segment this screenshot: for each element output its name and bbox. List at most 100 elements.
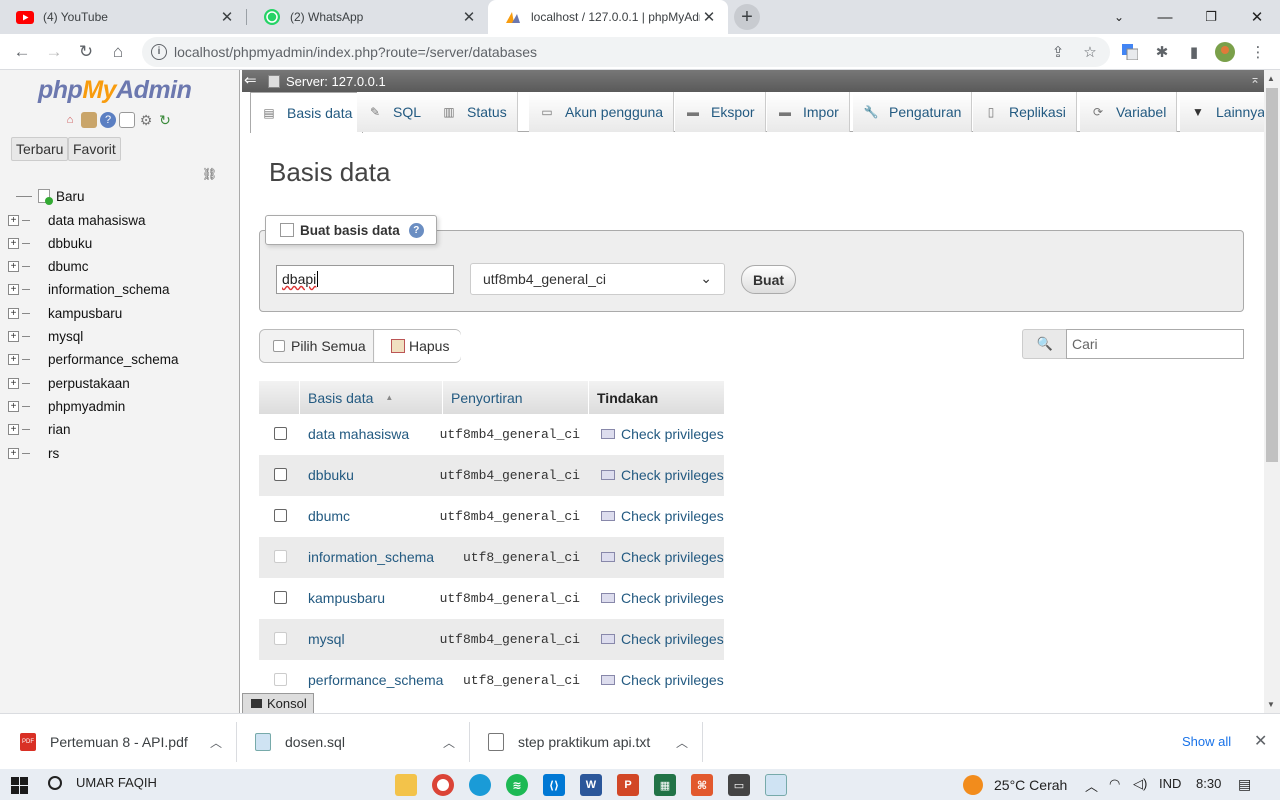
tab-databases[interactable]: ▤ Basis data bbox=[250, 92, 364, 133]
browser-tab-youtube[interactable]: (4) YouTube ✕ bbox=[0, 0, 246, 34]
collapse-icon[interactable]: ⌅ bbox=[1250, 72, 1260, 86]
check-privileges-link[interactable]: Check privileges bbox=[601, 467, 724, 483]
download-item[interactable]: dosen.sql ︿ bbox=[255, 714, 455, 770]
database-name-input[interactable]: dbapi bbox=[276, 265, 454, 294]
tree-db-item[interactable]: + dbbuku bbox=[8, 233, 92, 253]
database-link[interactable]: data mahasiswa bbox=[308, 426, 409, 442]
tree-db-item[interactable]: + rian bbox=[8, 419, 71, 439]
tab-import[interactable]: ▬ Impor bbox=[767, 92, 850, 132]
select-all-checkbox[interactable]: Pilih Semua bbox=[260, 330, 374, 362]
database-link[interactable]: mysql bbox=[308, 631, 345, 647]
link-with-main-panel-icon[interactable]: ⛓ bbox=[202, 167, 217, 181]
expand-icon[interactable]: + bbox=[8, 377, 19, 389]
expand-icon[interactable]: + bbox=[8, 330, 19, 342]
extensions-icon[interactable]: ✱ bbox=[1152, 42, 1172, 62]
search-input[interactable]: Cari bbox=[1066, 329, 1244, 359]
powerpoint-icon[interactable]: P bbox=[617, 774, 639, 796]
vertical-scrollbar[interactable]: ▲ ▼ bbox=[1264, 70, 1280, 713]
gear-icon[interactable]: ⚙ bbox=[138, 112, 154, 128]
vscode-icon[interactable]: ⟨⟩ bbox=[543, 774, 565, 796]
check-privileges-link[interactable]: Check privileges bbox=[601, 590, 724, 606]
row-checkbox[interactable] bbox=[274, 427, 287, 440]
tree-db-item[interactable]: + kampusbaru bbox=[8, 303, 122, 323]
browser-tab-whatsapp[interactable]: (2) WhatsApp ✕ bbox=[247, 0, 488, 34]
share-icon[interactable]: ⇪ bbox=[1048, 42, 1068, 62]
help-icon[interactable]: ? bbox=[408, 222, 424, 238]
scroll-up-icon[interactable]: ▲ bbox=[1267, 74, 1275, 83]
tab-replication[interactable]: ▯ Replikasi bbox=[973, 92, 1077, 132]
close-tab-icon[interactable]: ✕ bbox=[700, 8, 718, 26]
tree-db-item[interactable]: + rs bbox=[8, 443, 59, 463]
row-checkbox[interactable] bbox=[274, 468, 287, 481]
server-breadcrumb[interactable]: Server: 127.0.0.1 bbox=[268, 74, 386, 89]
tab-status[interactable]: ▥ Status bbox=[431, 92, 518, 132]
scroll-down-icon[interactable]: ▼ bbox=[1267, 700, 1275, 709]
spotify-icon[interactable]: ≋ bbox=[506, 774, 528, 796]
console-toggle[interactable]: Konsol bbox=[242, 693, 314, 713]
favorites-button[interactable]: Favorit bbox=[68, 137, 121, 161]
close-tab-icon[interactable]: ✕ bbox=[218, 8, 236, 26]
download-item[interactable]: step praktikum api.txt ︿ bbox=[488, 714, 688, 770]
check-privileges-link[interactable]: Check privileges bbox=[601, 508, 724, 524]
tree-db-item[interactable]: + mysql bbox=[8, 326, 83, 346]
translate-icon[interactable] bbox=[1120, 42, 1140, 62]
check-privileges-link[interactable]: Check privileges bbox=[601, 549, 724, 565]
tab-export[interactable]: ▬ Ekspor bbox=[675, 92, 766, 132]
tree-db-item[interactable]: + perpustakaan bbox=[8, 373, 130, 393]
home-icon[interactable]: ⌂ bbox=[62, 112, 78, 128]
expand-icon[interactable]: + bbox=[8, 260, 19, 272]
home-icon[interactable]: ⌂ bbox=[105, 39, 131, 65]
expand-icon[interactable]: + bbox=[8, 307, 19, 319]
terminal-icon[interactable]: ▭ bbox=[728, 774, 750, 796]
word-icon[interactable]: W bbox=[580, 774, 602, 796]
expand-icon[interactable]: + bbox=[8, 237, 19, 249]
expand-icon[interactable]: + bbox=[8, 283, 19, 295]
file-explorer-icon[interactable] bbox=[395, 774, 417, 796]
database-link[interactable]: dbumc bbox=[308, 508, 350, 524]
tree-db-item[interactable]: + performance_schema bbox=[8, 349, 179, 369]
windows-start-icon[interactable] bbox=[8, 774, 30, 796]
docs-icon[interactable] bbox=[119, 112, 135, 128]
check-privileges-link[interactable]: Check privileges bbox=[601, 672, 724, 688]
tab-user-accounts[interactable]: ▭ Akun pengguna bbox=[529, 92, 675, 132]
close-window-icon[interactable]: ✕ bbox=[1234, 0, 1280, 34]
side-panel-icon[interactable]: ▮ bbox=[1184, 42, 1204, 62]
bookmark-star-icon[interactable]: ☆ bbox=[1080, 42, 1100, 62]
xampp-icon[interactable]: ⌘ bbox=[691, 774, 713, 796]
row-checkbox[interactable] bbox=[274, 591, 287, 604]
tab-settings[interactable]: 🔧 Pengaturan bbox=[853, 92, 973, 132]
database-link[interactable]: dbbuku bbox=[308, 467, 354, 483]
checkbox[interactable] bbox=[273, 340, 285, 352]
notepad-icon[interactable] bbox=[765, 774, 787, 796]
language-indicator[interactable]: IND bbox=[1159, 776, 1181, 791]
tab-sql[interactable]: ✎ SQL bbox=[357, 92, 433, 132]
forward-icon[interactable]: → bbox=[41, 39, 67, 65]
recent-button[interactable]: Terbaru bbox=[11, 137, 69, 161]
minimize-icon[interactable]: — bbox=[1142, 0, 1188, 34]
volume-icon[interactable]: ◁) bbox=[1133, 776, 1147, 792]
tree-db-item[interactable]: + data mahasiswa bbox=[8, 210, 146, 230]
menu-icon[interactable]: ⋮ bbox=[1248, 42, 1268, 62]
address-bar[interactable]: i localhost/phpmyadmin/index.php?route=/… bbox=[142, 37, 1110, 67]
back-icon[interactable]: ← bbox=[9, 39, 35, 65]
chrome-icon[interactable] bbox=[432, 774, 454, 796]
table-header-database[interactable]: Basis data ▲ bbox=[300, 381, 442, 414]
notifications-icon[interactable]: ▤ bbox=[1238, 776, 1251, 793]
chevron-up-icon[interactable]: ︿ bbox=[210, 734, 222, 751]
restore-icon[interactable]: ❐ bbox=[1188, 0, 1234, 34]
profile-avatar[interactable] bbox=[1215, 42, 1235, 62]
chevron-up-icon[interactable]: ︿ bbox=[676, 734, 688, 751]
tab-search-icon[interactable]: ⌄ bbox=[1096, 0, 1142, 34]
create-button[interactable]: Buat bbox=[741, 265, 796, 294]
delete-button[interactable]: Hapus bbox=[375, 330, 461, 362]
new-tab-button[interactable]: + bbox=[734, 4, 760, 30]
table-header-collation[interactable]: Penyortiran bbox=[443, 381, 588, 414]
expand-icon[interactable]: + bbox=[8, 214, 19, 226]
download-item[interactable]: PDF Pertemuan 8 - API.pdf ︿ bbox=[20, 714, 222, 770]
sheets-icon[interactable]: ▦ bbox=[654, 774, 676, 796]
check-privileges-link[interactable]: Check privileges bbox=[601, 631, 724, 647]
phpmyadmin-logo[interactable]: phpMyAdmin bbox=[38, 76, 192, 105]
expand-icon[interactable]: + bbox=[8, 423, 19, 435]
tree-db-item[interactable]: + information_schema bbox=[8, 279, 170, 299]
collapse-sidebar-icon[interactable]: ⇐ bbox=[244, 71, 257, 89]
